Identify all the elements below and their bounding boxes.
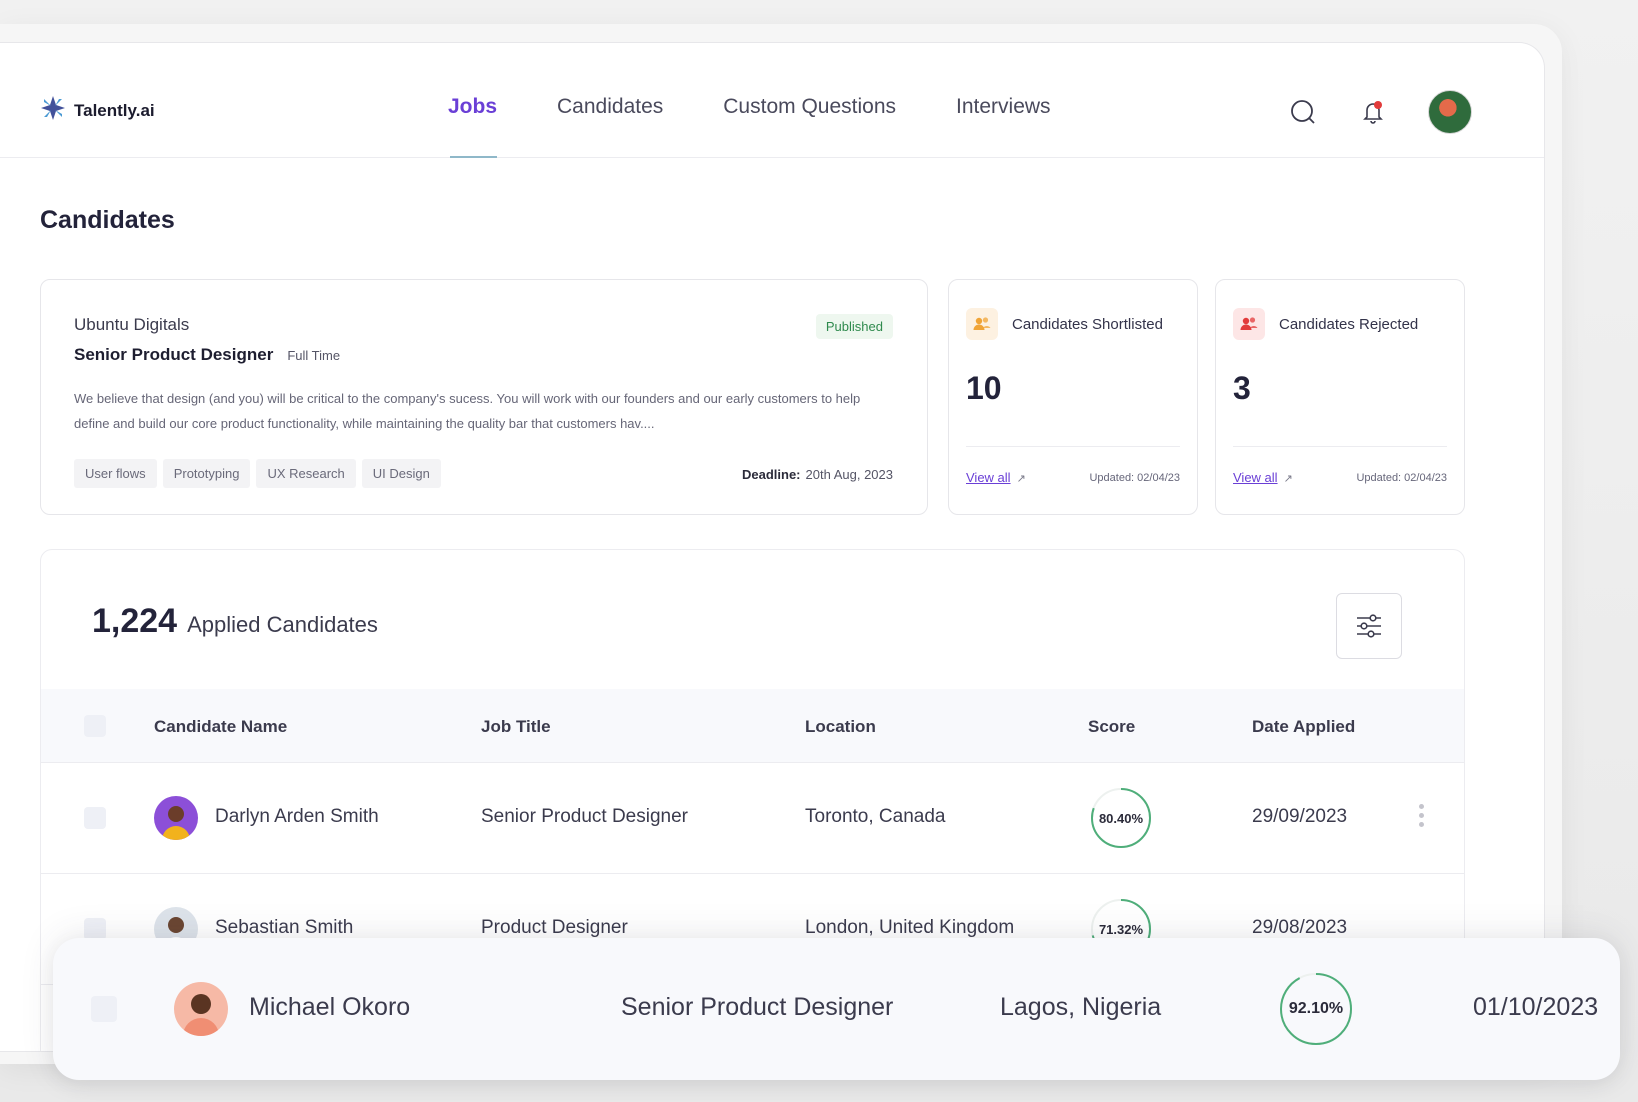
app-window: Talently.ai Jobs Candidates Custom Quest… (0, 42, 1545, 1052)
users-icon (966, 308, 998, 340)
job-card[interactable]: Ubuntu Digitals Senior Product Designer … (40, 279, 928, 515)
logo-icon (38, 93, 68, 128)
candidate-name[interactable]: Michael Okoro (249, 993, 410, 1022)
nav-jobs[interactable]: Jobs (448, 95, 498, 158)
tag: User flows (74, 459, 157, 488)
location: London, United Kingdom (805, 917, 1015, 938)
job-title: Senior Product Designer (74, 345, 274, 364)
arrow-up-right-icon: ↗ (1016, 473, 1026, 485)
candidate-name[interactable]: Darlyn Arden Smith (215, 806, 379, 828)
score-value: 80.40% (1098, 810, 1144, 826)
company-name: Ubuntu Digitals (74, 315, 190, 334)
nav-interviews[interactable]: Interviews (956, 95, 1051, 158)
divider (1233, 446, 1447, 447)
col-score[interactable]: Score (1088, 717, 1135, 737)
top-nav: Talently.ai Jobs Candidates Custom Quest… (0, 43, 1544, 158)
tag: Prototyping (162, 459, 251, 488)
job-title: Senior Product Designer (481, 806, 688, 827)
status-badge: Published (815, 314, 893, 339)
view-all-link[interactable]: View all ↗ (966, 470, 1026, 485)
stat-head: Candidates Rejected (1233, 308, 1418, 340)
arrow-up-right-icon: ↗ (1283, 473, 1293, 485)
job-title: Product Designer (481, 917, 628, 938)
highlighted-candidate-row[interactable]: Michael Okoro Senior Product Designer La… (53, 938, 1620, 1080)
nav-links: Jobs Candidates Custom Questions Intervi… (448, 95, 1111, 158)
rejected-card: Candidates Rejected 3 View all ↗ Updated:… (1215, 279, 1465, 515)
score-ring: 80.40% (1090, 787, 1152, 849)
score-ring: 92.10% (1279, 972, 1353, 1046)
stat-value: 10 (966, 370, 1002, 406)
date-applied: 29/09/2023 (1252, 806, 1348, 827)
job-title-row: Senior Product Designer Full Time (74, 345, 340, 365)
tag: UI Design (361, 459, 441, 488)
col-location[interactable]: Location (805, 717, 876, 737)
applied-count: 1,224 Applied Candidates (92, 602, 378, 641)
user-avatar[interactable] (1428, 90, 1472, 134)
deadline: Deadline: 20th Aug, 2023 (742, 467, 893, 482)
kebab-icon[interactable] (1419, 804, 1425, 827)
applied-count-number: 1,224 (92, 602, 178, 640)
brand-name: Talently.ai (74, 100, 155, 120)
nav-actions (1288, 90, 1472, 134)
location: Lagos, Nigeria (1000, 993, 1162, 1021)
stat-label: Candidates Shortlisted (1012, 315, 1163, 333)
nav-candidates[interactable]: Candidates (557, 95, 663, 158)
row-checkbox[interactable] (84, 918, 106, 940)
stat-footer: View all ↗ Updated: 02/04/23 (966, 470, 1180, 485)
filter-icon (1357, 614, 1381, 638)
job-type: Full Time (287, 348, 341, 363)
search-icon[interactable] (1288, 97, 1318, 127)
row-checkbox[interactable] (91, 996, 117, 1022)
applied-count-label: Applied Candidates (187, 612, 378, 637)
candidate-name[interactable]: Sebastian Smith (215, 917, 353, 939)
page-title: Candidates (40, 206, 175, 234)
col-date-applied[interactable]: Date Applied (1252, 717, 1355, 737)
table-header: Candidate Name Job Title Location Score … (41, 689, 1464, 763)
skill-tags: User flows Prototyping UX Research UI De… (74, 459, 441, 488)
shortlisted-card: Candidates Shortlisted 10 View all ↗ Upda… (948, 279, 1198, 515)
col-job-title[interactable]: Job Title (481, 717, 551, 737)
avatar (154, 796, 198, 840)
stat-head: Candidates Shortlisted (966, 308, 1163, 340)
stat-value: 3 (1233, 370, 1251, 406)
table-row[interactable]: Darlyn Arden Smith Senior Product Design… (41, 763, 1464, 874)
col-candidate-name[interactable]: Candidate Name (154, 717, 287, 737)
date-applied: 29/08/2023 (1252, 917, 1348, 938)
stat-label: Candidates Rejected (1279, 315, 1419, 333)
job-title: Senior Product Designer (621, 993, 894, 1021)
stat-footer: View all ↗ Updated: 02/04/23 (1233, 470, 1447, 485)
row-checkbox[interactable] (84, 807, 106, 829)
users-icon (1233, 308, 1265, 340)
job-description: We believe that design (and you) will be… (74, 391, 861, 431)
location: Toronto, Canada (805, 806, 946, 827)
view-all-label: View all (966, 470, 1011, 485)
view-all-label: View all (1233, 470, 1278, 485)
deadline-value: 20th Aug, 2023 (805, 467, 893, 482)
score-value: 92.10% (1288, 1000, 1344, 1017)
deadline-label: Deadline: (742, 467, 801, 482)
divider (966, 446, 1180, 447)
avatar (174, 982, 228, 1036)
updated-text: Updated: 02/04/23 (1089, 471, 1180, 484)
date-applied: 01/10/2023 (1473, 993, 1599, 1021)
nav-custom-questions[interactable]: Custom Questions (723, 95, 896, 158)
score-value: 71.32% (1098, 921, 1144, 937)
bell-icon[interactable] (1358, 97, 1388, 127)
filter-button[interactable] (1336, 593, 1402, 659)
select-all-checkbox[interactable] (84, 715, 106, 737)
brand-logo[interactable]: Talently.ai (38, 93, 155, 128)
updated-text: Updated: 02/04/23 (1356, 471, 1447, 484)
view-all-link[interactable]: View all ↗ (1233, 470, 1293, 485)
tag: UX Research (256, 459, 356, 488)
